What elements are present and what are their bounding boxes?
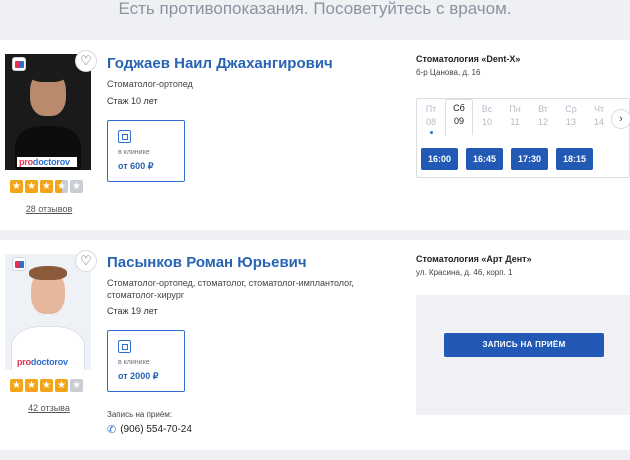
phone-icon: ✆ [107,424,117,436]
next-days-button[interactable]: › [611,109,630,129]
doctor-name[interactable]: Пасынков Роман Юрьевич [107,254,307,271]
building-icon [118,130,131,143]
star-icon: ★ [40,379,53,392]
prodoctorov-logo: prodoctorov [17,357,68,367]
phone-label: Запись на приём: [107,410,172,419]
doctor-photo[interactable]: prodoctorov [5,254,91,370]
prodoctorov-logo: prodoctorov [17,157,77,167]
phone-text: (906) 554-70-24 [120,424,192,435]
star-icon: ★ [10,180,23,193]
photo-hair [29,266,67,280]
star-empty-icon: ★ [70,379,83,392]
price-box[interactable]: в клинике от 2000 ₽ [107,330,185,392]
price-value: от 2000 ₽ [118,371,159,381]
chevron-right-icon: › [619,113,623,125]
day-item[interactable]: Пт 08 [417,101,445,135]
price-location: в клинике [118,359,150,366]
day-picker: Пт 08 Сб 09 Вс 10 Пн 11 Вт 12 Ср 13 Чт 14 [417,99,613,135]
day-item[interactable]: Чт 14 [585,101,613,135]
day-item[interactable]: Вс 10 [473,101,501,135]
doctor-photo[interactable]: prodoctorov [5,54,91,170]
doctor-experience: Стаж 10 лет [107,96,158,106]
star-empty-icon: ★ [70,180,83,193]
doctor-name[interactable]: Годжаев Наил Джахангирович [107,55,333,72]
clinic-name[interactable]: Стоматология «Dent-X» [416,54,520,64]
building-icon [118,340,131,353]
day-item[interactable]: Вт 12 [529,101,557,135]
clinic-address: б-р Цанова, д. 16 [416,68,481,77]
doctor-specialty: Стоматолог-ортопед, стоматолог, стоматол… [107,278,354,300]
star-icon: ★ [40,180,53,193]
star-icon: ★ [10,379,23,392]
price-location: в клинике [118,149,150,156]
rating-stars: ★ ★ ★ ★ ★ [10,379,83,392]
star-icon: ★ [25,180,38,193]
heart-icon: ♡ [80,53,92,68]
phone-number[interactable]: ✆ (906) 554-70-24 [107,423,192,436]
card-divider [0,232,630,240]
day-item[interactable]: Пн 11 [501,101,529,135]
prodoctorov-mark-icon [12,257,26,271]
day-item[interactable]: Ср 13 [557,101,585,135]
today-dot [429,131,433,134]
day-item-selected[interactable]: Сб 09 [445,99,473,135]
doctor-experience: Стаж 19 лет [107,306,158,316]
price-value: от 600 ₽ [118,161,154,171]
star-icon: ★ [25,379,38,392]
clinic-address: ул. Красина, д. 46, корп. 1 [416,268,513,277]
heart-icon: ♡ [80,253,92,268]
reviews-link[interactable]: 28 отзывов [10,204,88,214]
time-slot-button[interactable]: 16:00 [421,148,458,170]
book-appointment-button[interactable]: ЗАПИСЬ НА ПРИЁМ [444,333,604,357]
warning-banner: Есть противопоказания. Посоветуйтесь с в… [0,0,630,26]
clinic-name[interactable]: Стоматология «Арт Дент» [416,254,532,264]
time-slot-button[interactable]: 17:30 [511,148,548,170]
price-box[interactable]: в клинике от 600 ₽ [107,120,185,182]
favorite-button[interactable]: ♡ [75,50,97,72]
time-slots: 16:00 16:45 17:30 18:15 [421,148,593,170]
reviews-link[interactable]: 42 отзыва [10,403,88,413]
doctor-specialty: Стоматолог-ортопед [107,79,193,89]
time-slot-button[interactable]: 18:15 [556,148,593,170]
warning-text: Есть противопоказания. Посоветуйтесь с в… [118,0,512,18]
star-icon: ★ [55,379,68,392]
rating-stars: ★ ★ ★ ★ ★ [10,180,83,193]
photo-hair [30,68,66,82]
time-slot-button[interactable]: 16:45 [466,148,503,170]
favorite-button[interactable]: ♡ [75,250,97,272]
star-half-icon: ★ [55,180,68,193]
prodoctorov-mark-icon [12,57,26,71]
